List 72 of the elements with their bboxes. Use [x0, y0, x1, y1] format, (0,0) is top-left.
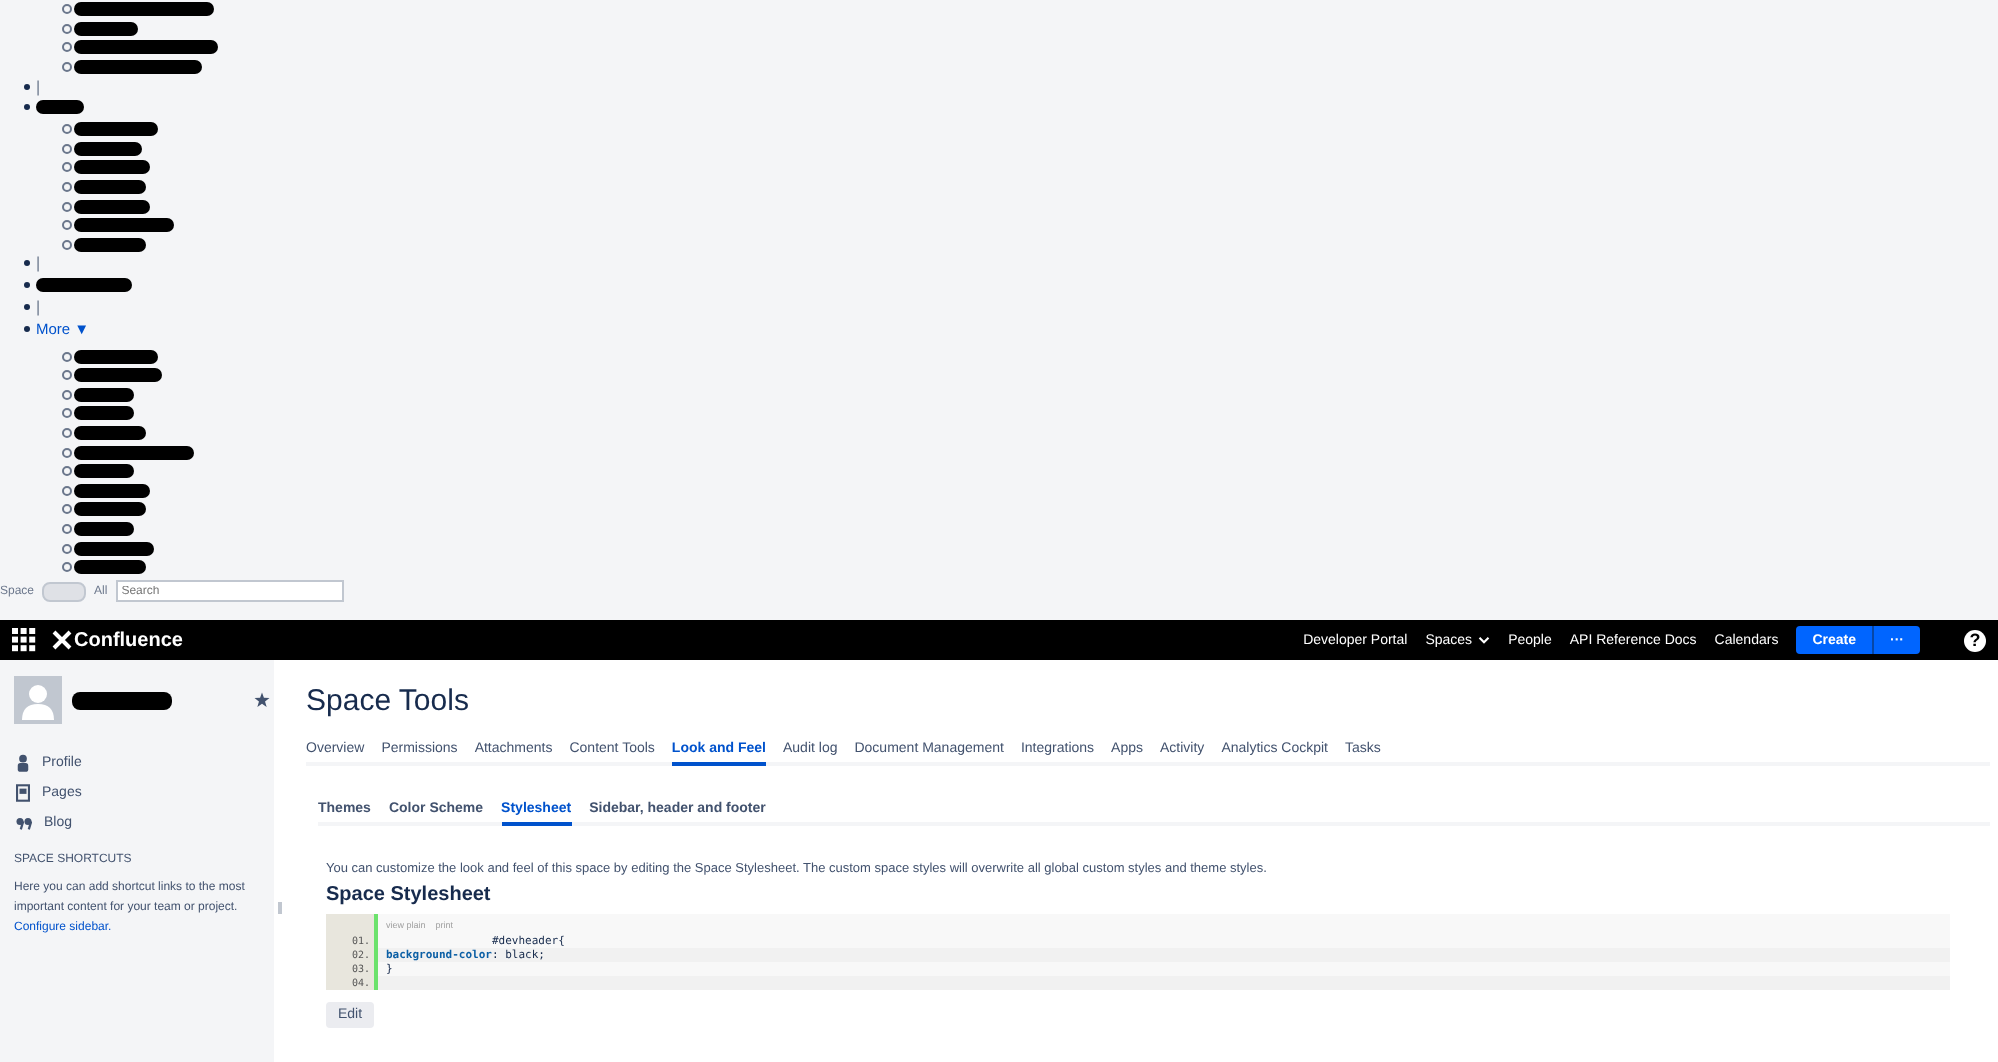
redaction-mark [74, 141, 142, 156]
list-bullet-icon [62, 182, 72, 193]
list-bullet-icon [62, 389, 72, 400]
list-bullet-icon [62, 562, 72, 573]
avatar-icon [14, 676, 62, 724]
redaction-mark [74, 160, 150, 175]
redaction-mark [74, 122, 158, 137]
list-bullet-icon [62, 466, 72, 477]
logo-icon [52, 630, 72, 650]
redaction-mark [72, 691, 172, 709]
redaction-mark [74, 237, 146, 252]
redaction-mark [74, 483, 150, 498]
redaction-mark [74, 21, 138, 36]
list-bullet-icon [62, 143, 72, 154]
quote-icon [16, 816, 32, 830]
page-icon [16, 784, 30, 802]
redaction-mark [74, 180, 146, 195]
list-bullet-icon [62, 447, 72, 458]
list-bullet-icon [62, 162, 72, 173]
list-bullet-icon [62, 62, 72, 73]
redaction-mark [74, 218, 174, 233]
list-bullet-icon [24, 104, 30, 111]
app-logo[interactable]: Confluence [74, 629, 183, 651]
redaction-mark [74, 406, 134, 421]
list-bullet-icon [62, 201, 72, 212]
list-bullet-icon [24, 260, 30, 267]
list-bullet-icon [24, 304, 30, 311]
redaction-mark [74, 387, 134, 402]
redaction-mark [74, 199, 150, 214]
app-grid-icon[interactable] [12, 628, 36, 652]
redaction-mark [74, 40, 218, 55]
redaction-mark [74, 60, 202, 75]
list-bullet-icon [62, 351, 72, 362]
page-title: Space Tools [306, 684, 469, 718]
list-bullet-icon [62, 427, 72, 438]
list-bullet-icon [62, 523, 72, 534]
redaction-mark [74, 541, 154, 556]
redaction-mark [74, 425, 146, 440]
redaction-mark [74, 349, 158, 364]
separator-text: | [36, 77, 41, 96]
redaction-mark [74, 521, 134, 536]
redaction-mark [74, 502, 146, 517]
chevron-down-icon[interactable] [1478, 636, 1491, 644]
list-bullet-icon [24, 326, 30, 333]
list-bullet-icon [62, 23, 72, 34]
list-bullet-icon [62, 485, 72, 496]
person-icon [16, 754, 30, 772]
list-bullet-icon [62, 543, 72, 554]
redaction-mark [74, 2, 214, 17]
toggle-switch[interactable] [42, 581, 87, 602]
redaction-mark [74, 464, 134, 479]
list-bullet-icon [62, 42, 72, 53]
list-bullet-icon [24, 83, 30, 90]
list-bullet-icon [62, 504, 72, 515]
redaction-mark [36, 100, 84, 115]
redaction-mark [74, 368, 162, 383]
separator-text: | [36, 254, 41, 273]
redaction-mark [36, 278, 132, 293]
redaction-mark [74, 560, 146, 575]
list-bullet-icon [62, 4, 72, 15]
list-bullet-icon [62, 370, 72, 381]
help-icon[interactable]: ? [1964, 629, 1986, 651]
list-bullet-icon [62, 124, 72, 135]
list-bullet-icon [62, 220, 72, 231]
section-heading: Space Stylesheet [326, 884, 491, 906]
redaction-mark [74, 445, 194, 460]
list-bullet-icon [62, 239, 72, 250]
list-bullet-icon [24, 282, 30, 289]
resize-handle[interactable] [278, 902, 282, 914]
star-icon[interactable] [254, 692, 270, 708]
separator-text: | [36, 298, 41, 317]
list-bullet-icon [62, 408, 72, 419]
